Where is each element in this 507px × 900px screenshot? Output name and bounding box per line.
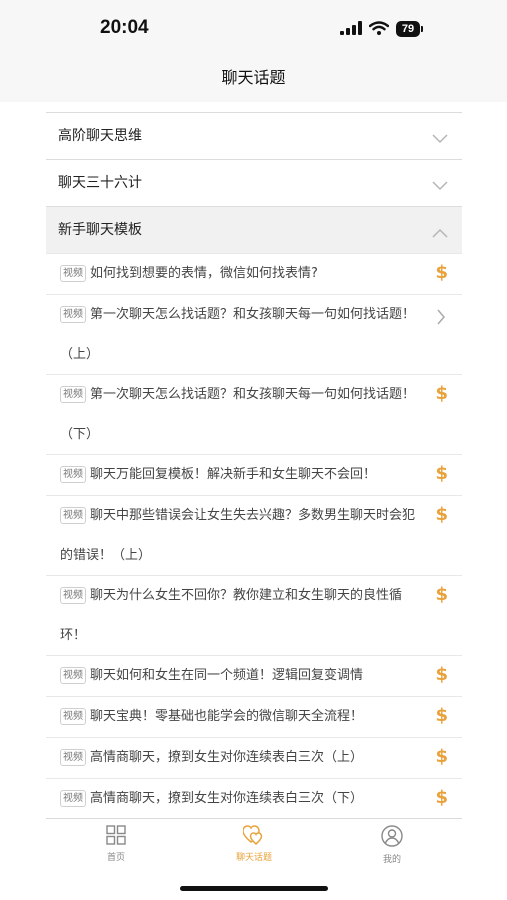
tab-label: 我的 (382, 855, 401, 865)
paid-dollar-icon: $ (435, 584, 448, 605)
video-tag: 视频 (60, 265, 86, 282)
item-text: 视频 聊天如何和女生在同一个频道！逻辑回复变调情 (60, 656, 420, 696)
video-tag: 视频 (60, 790, 86, 807)
home-indicator (180, 886, 328, 891)
paid-dollar-icon: $ (435, 262, 448, 283)
grid-icon (106, 825, 126, 849)
video-tag: 视频 (60, 708, 86, 725)
page-title: 聊天话题 (221, 68, 286, 87)
item-title: 高情商聊天，撩到女生对你连续表白三次（下） (90, 791, 364, 806)
nav-bar: 聊天话题 (0, 58, 507, 102)
status-time: 20:04 (100, 17, 149, 38)
wifi-icon (368, 20, 390, 39)
chevron-down-icon (432, 176, 448, 195)
chevron-down-icon (432, 129, 448, 148)
item-text: 视频 聊天万能回复模板！解决新手和女生聊天不会回！ (60, 455, 420, 495)
item-text: 视频 高情商聊天，撩到女生对你连续表白三次（上） (60, 738, 420, 778)
list-item[interactable]: 视频 高情商聊天，撩到女生对你连续表白三次（上） $ (46, 737, 462, 778)
item-text: 视频 第一次聊天怎么找话题？和女孩聊天每一句如何找话题！（下） (60, 375, 420, 455)
video-tag: 视频 (60, 306, 86, 323)
list-item[interactable]: 视频 聊天如何和女生在同一个频道！逻辑回复变调情 $ (46, 655, 462, 696)
tab-bar: 首页 聊天话题 我的 (46, 818, 462, 867)
video-tag: 视频 (60, 466, 86, 483)
paid-dollar-icon: $ (435, 705, 448, 726)
video-tag: 视频 (60, 386, 86, 403)
paid-dollar-icon: $ (435, 383, 448, 404)
paid-dollar-icon: $ (435, 463, 448, 484)
paid-dollar-icon: $ (435, 664, 448, 685)
chevron-right-icon (436, 309, 446, 329)
tab-profile[interactable]: 我的 (352, 825, 432, 865)
item-text: 视频 聊天宝典！零基础也能学会的微信聊天全流程！ (60, 697, 420, 737)
item-title: 高情商聊天，撩到女生对你连续表白三次（上） (90, 750, 364, 765)
video-tag: 视频 (60, 667, 86, 684)
list-item[interactable]: 视频 如何找到想要的表情，微信如何找表情? $ (46, 253, 462, 294)
section-title: 高阶聊天思维 (58, 128, 142, 144)
item-text: 视频 聊天中那些错误会让女生失去兴趣？多数男生聊天时会犯的错误！（上） (60, 496, 420, 576)
user-icon (381, 825, 403, 851)
signal-icon (340, 20, 362, 39)
item-text: 视频 高情商聊天，撩到女生对你连续表白三次（下） (60, 779, 420, 818)
item-title: 聊天中那些错误会让女生失去兴趣？多数男生聊天时会犯的错误！（上） (60, 508, 416, 563)
item-title: 聊天如何和女生在同一个频道！逻辑回复变调情 (90, 668, 364, 683)
item-title: 聊天万能回复模板！解决新手和女生聊天不会回！ (90, 467, 377, 482)
paid-dollar-icon: $ (435, 787, 448, 808)
tab-label: 聊天话题 (235, 853, 272, 863)
chevron-up-icon (432, 223, 448, 242)
section-36-tactics[interactable]: 聊天三十六计 (46, 159, 462, 206)
item-title: 第一次聊天怎么找话题？和女孩聊天每一句如何找话题！（上） (60, 307, 416, 362)
item-title: 如何找到想要的表情，微信如何找表情? (90, 266, 318, 281)
item-title: 第一次聊天怎么找话题？和女孩聊天每一句如何找话题！（下） (60, 387, 416, 442)
tab-chat-topics[interactable]: 聊天话题 (214, 825, 294, 863)
section-title: 新手聊天模板 (58, 222, 142, 238)
battery-level: 79 (396, 21, 420, 37)
list-item[interactable]: 视频 聊天万能回复模板！解决新手和女生聊天不会回！ $ (46, 454, 462, 495)
status-bar: 20:04 79 (0, 0, 507, 58)
tab-home[interactable]: 首页 (76, 825, 156, 863)
list-item[interactable]: 视频 聊天宝典！零基础也能学会的微信聊天全流程！ $ (46, 696, 462, 737)
section-title: 聊天三十六计 (58, 175, 142, 191)
section-advanced-thinking[interactable]: 高阶聊天思维 (46, 112, 462, 159)
tab-label: 首页 (106, 853, 125, 863)
item-text: 视频 第一次聊天怎么找话题？和女孩聊天每一句如何找话题！（上） (60, 295, 420, 375)
list-item[interactable]: 视频 第一次聊天怎么找话题？和女孩聊天每一句如何找话题！（上） (46, 294, 462, 374)
section-beginner-templates[interactable]: 新手聊天模板 (46, 206, 462, 253)
hearts-icon (242, 825, 265, 849)
list-item[interactable]: 视频 聊天为什么女生不回你？教你建立和女生聊天的良性循环！ $ (46, 575, 462, 655)
status-icons: 79 (340, 18, 423, 40)
topic-list: 高阶聊天思维 聊天三十六计 新手聊天模板 视频 如何找到想要的表情，微信如何找表情… (46, 112, 462, 818)
item-text: 视频 聊天为什么女生不回你？教你建立和女生聊天的良性循环！ (60, 576, 420, 656)
list-item[interactable]: 视频 第一次聊天怎么找话题？和女孩聊天每一句如何找话题！（下） $ (46, 374, 462, 454)
list-item[interactable]: 视频 高情商聊天，撩到女生对你连续表白三次（下） $ (46, 778, 462, 818)
video-tag: 视频 (60, 749, 86, 766)
paid-dollar-icon: $ (435, 746, 448, 767)
paid-dollar-icon: $ (435, 504, 448, 525)
list-item[interactable]: 视频 聊天中那些错误会让女生失去兴趣？多数男生聊天时会犯的错误！（上） $ (46, 495, 462, 575)
item-title: 聊天为什么女生不回你？教你建立和女生聊天的良性循环！ (60, 588, 403, 643)
battery-icon: 79 (396, 21, 423, 37)
item-title: 聊天宝典！零基础也能学会的微信聊天全流程！ (90, 709, 364, 724)
video-tag: 视频 (60, 587, 86, 604)
item-text: 视频 如何找到想要的表情，微信如何找表情? (60, 254, 420, 294)
video-tag: 视频 (60, 507, 86, 524)
